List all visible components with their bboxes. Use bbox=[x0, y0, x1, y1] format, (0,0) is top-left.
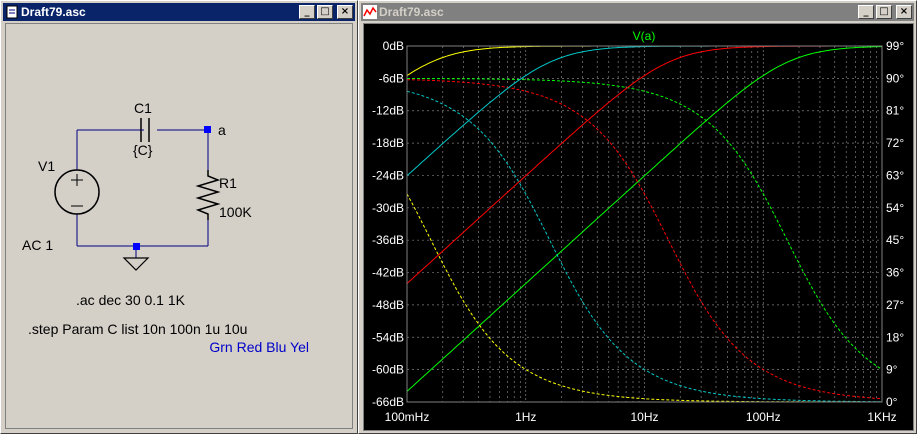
y-right-tick-label: 27° bbox=[886, 298, 904, 312]
y-left-tick-label: -66dB bbox=[372, 395, 404, 409]
maximize-button[interactable]: □ bbox=[317, 5, 333, 19]
y-right-tick-label: 45° bbox=[886, 233, 904, 247]
x-tick-label: 100Hz bbox=[746, 410, 781, 424]
junction-dot[interactable] bbox=[133, 243, 140, 250]
schematic-window[interactable]: Draft79.asc _ □ × C1 {C} a V1 AC 1 R1 10… bbox=[0, 0, 358, 434]
y-right-tick-label: 90° bbox=[886, 71, 904, 85]
y-left-tick-label: 0dB bbox=[383, 39, 404, 53]
r1-value-label: 100K bbox=[219, 204, 252, 220]
y-right-tick-label: 63° bbox=[886, 168, 904, 182]
close-button[interactable]: × bbox=[896, 5, 912, 19]
c1-name-label: C1 bbox=[134, 100, 152, 116]
schematic-title-bar[interactable]: Draft79.asc _ □ × bbox=[3, 3, 355, 21]
x-tick-label: 1KHz bbox=[867, 410, 896, 424]
y-left-tick-label: -30dB bbox=[372, 201, 404, 215]
color-legend-note[interactable]: Grn Red Blu Yel bbox=[209, 339, 309, 355]
y-left-tick-label: -48dB bbox=[372, 298, 404, 312]
schematic-doc-icon bbox=[6, 5, 18, 19]
plot-pane[interactable]: 0dB -6dB -12dB -18dB -24dB -30dB -36dB -42dB -48… bbox=[363, 23, 914, 431]
schematic-canvas[interactable]: C1 {C} a V1 AC 1 R1 100K .ac dec 30 0.1 … bbox=[5, 23, 353, 429]
voltage-source-v1-symbol[interactable] bbox=[54, 169, 100, 215]
ac-directive[interactable]: .ac dec 30 0.1 1K bbox=[76, 292, 186, 308]
y-left-tick-label: -12dB bbox=[372, 104, 404, 118]
step-directive[interactable]: .step Param C list 10n 100n 1u 10u bbox=[28, 321, 247, 337]
x-tick-label: 100mHz bbox=[385, 410, 430, 424]
y-right-tick-label: 81° bbox=[886, 104, 904, 118]
v1-value-label: AC 1 bbox=[22, 237, 53, 253]
capacitor-c1-symbol[interactable] bbox=[140, 118, 150, 142]
y-left-tick-label: -42dB bbox=[372, 266, 404, 280]
y-right-tick-label: 99° bbox=[886, 39, 904, 53]
y-left-tick-label: -24dB bbox=[372, 168, 404, 182]
y-right-tick-label: 18° bbox=[886, 330, 904, 344]
ground-symbol[interactable] bbox=[122, 257, 150, 271]
x-tick-label: 1Hz bbox=[515, 410, 536, 424]
x-tick-label: 10Hz bbox=[630, 410, 658, 424]
resistor-r1-symbol[interactable] bbox=[195, 170, 221, 220]
y-right-tick-label: 54° bbox=[886, 201, 904, 215]
maximize-button[interactable]: □ bbox=[876, 5, 892, 19]
close-button[interactable]: × bbox=[337, 5, 353, 19]
y-left-tick-label: -36dB bbox=[372, 233, 404, 247]
y-right-tick-label: 72° bbox=[886, 136, 904, 150]
trace-label-va[interactable]: V(a) bbox=[633, 29, 656, 43]
y-right-tick-label: 36° bbox=[886, 266, 904, 280]
schematic-title: Draft79.asc bbox=[21, 5, 86, 19]
minimize-button[interactable]: _ bbox=[858, 5, 874, 19]
v1-name-label: V1 bbox=[38, 158, 55, 174]
bode-plot[interactable]: 0dB -6dB -12dB -18dB -24dB -30dB -36dB -42dB -48… bbox=[364, 24, 913, 430]
plot-title-bar[interactable]: Draft79.asc _ □ × bbox=[361, 3, 914, 21]
waveform-icon bbox=[363, 5, 377, 19]
node-a-label: a bbox=[218, 122, 226, 138]
node-a-dot[interactable] bbox=[204, 126, 211, 133]
y-left-tick-label: -6dB bbox=[379, 71, 404, 85]
r1-name-label: R1 bbox=[219, 175, 237, 191]
minimize-button[interactable]: _ bbox=[299, 5, 315, 19]
plot-title: Draft79.asc bbox=[379, 5, 444, 19]
plot-window[interactable]: Draft79.asc _ □ × 0dB -6dB -12dB -18dB -24dB… bbox=[358, 0, 917, 434]
y-right-tick-label: 9° bbox=[886, 363, 898, 377]
y-left-tick-label: -54dB bbox=[372, 330, 404, 344]
c1-value-label: {C} bbox=[133, 142, 153, 158]
y-left-tick-label: -18dB bbox=[372, 136, 404, 150]
y-left-tick-label: -60dB bbox=[372, 363, 404, 377]
y-right-tick-label: 0° bbox=[886, 395, 898, 409]
